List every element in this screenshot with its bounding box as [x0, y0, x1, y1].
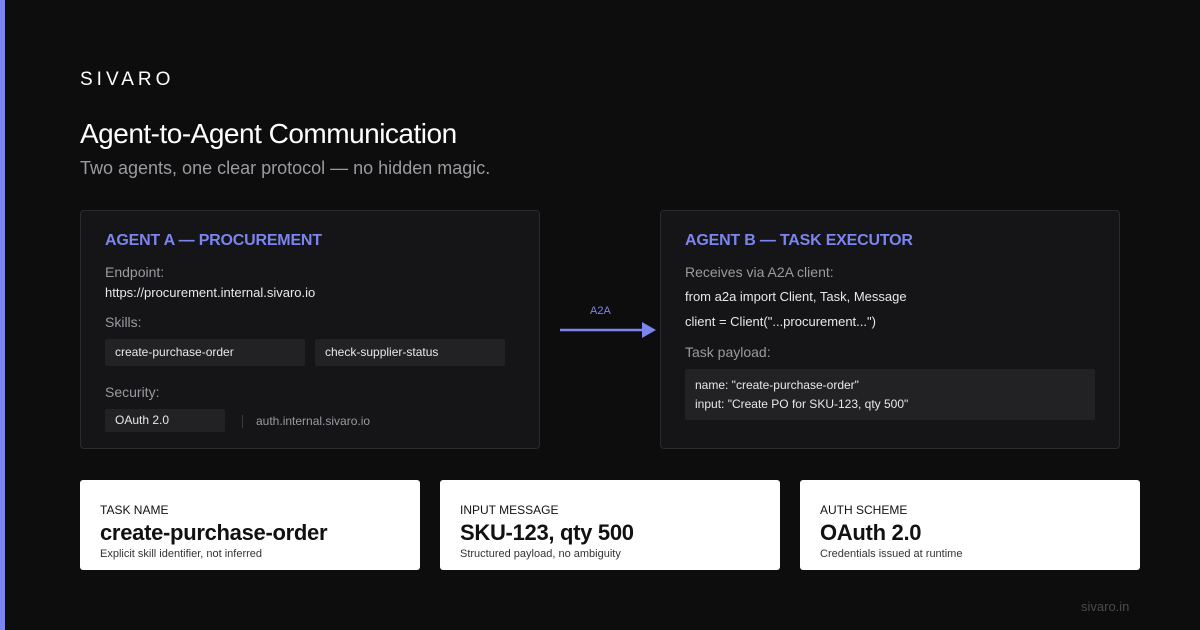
stat-label: INPUT MESSAGE [460, 503, 559, 517]
payload-line-input: input: "Create PO for SKU-123, qty 500" [695, 397, 909, 411]
page-subtitle: Two agents, one clear protocol — no hidd… [80, 158, 491, 178]
stat-card-auth-scheme: AUTH SCHEME OAuth 2.0 Credentials issued… [800, 480, 1140, 570]
footer-link[interactable]: sivaro.in [1081, 599, 1129, 614]
stat-card-input-message: INPUT MESSAGE SKU-123, qty 500 Structure… [440, 480, 780, 570]
slide: SIVARO Agent-to-Agent Communication Two … [0, 0, 1200, 630]
payload-line-name: name: "create-purchase-order" [695, 378, 859, 392]
code-line-client: client = Client("...procurement...") [685, 314, 876, 329]
stat-note: Credentials issued at runtime [820, 548, 963, 560]
brand-logo: SIVARO [80, 69, 175, 90]
payload-label: Task payload: [685, 344, 771, 360]
endpoint-label: Endpoint: [105, 264, 165, 280]
stat-value: SKU-123, qty 500 [460, 520, 634, 545]
code-line-import: from a2a import Client, Task, Message [685, 289, 907, 304]
agent-b-title: AGENT B — TASK EXECUTOR [685, 232, 913, 249]
stat-label: AUTH SCHEME [820, 503, 908, 517]
security-label: Security: [105, 384, 160, 400]
stat-note: Structured payload, no ambiguity [460, 548, 621, 560]
payload-code-box: name: "create-purchase-order" input: "Cr… [685, 369, 1095, 420]
endpoint-value: https://procurement.internal.sivaro.io [105, 285, 316, 300]
skills-label: Skills: [105, 314, 142, 330]
agent-b-card: AGENT B — TASK EXECUTOR Receives via A2A… [660, 210, 1120, 449]
security-host: auth.internal.sivaro.io [256, 414, 371, 428]
skill-chip-check-supplier-status: check-supplier-status [315, 339, 505, 366]
stat-value: OAuth 2.0 [820, 520, 922, 545]
receives-label: Receives via A2A client: [685, 264, 834, 280]
arrow-right-icon [560, 322, 656, 338]
stat-label: TASK NAME [100, 503, 169, 517]
a2a-connector-label: A2A [590, 305, 611, 317]
stat-note: Explicit skill identifier, not inferred [100, 548, 263, 560]
page-title: Agent-to-Agent Communication [80, 118, 457, 149]
stat-value: create-purchase-order [100, 520, 328, 545]
accent-bar [0, 0, 5, 630]
skill-chip-create-purchase-order: create-purchase-order [105, 339, 305, 366]
stat-card-task-name: TASK NAME create-purchase-order Explicit… [80, 480, 420, 570]
agent-a-title: AGENT A — PROCUREMENT [105, 232, 322, 249]
divider [242, 415, 243, 428]
security-scheme-chip: OAuth 2.0 [105, 409, 225, 432]
agent-a-card: AGENT A — PROCUREMENT Endpoint: https://… [80, 210, 540, 449]
